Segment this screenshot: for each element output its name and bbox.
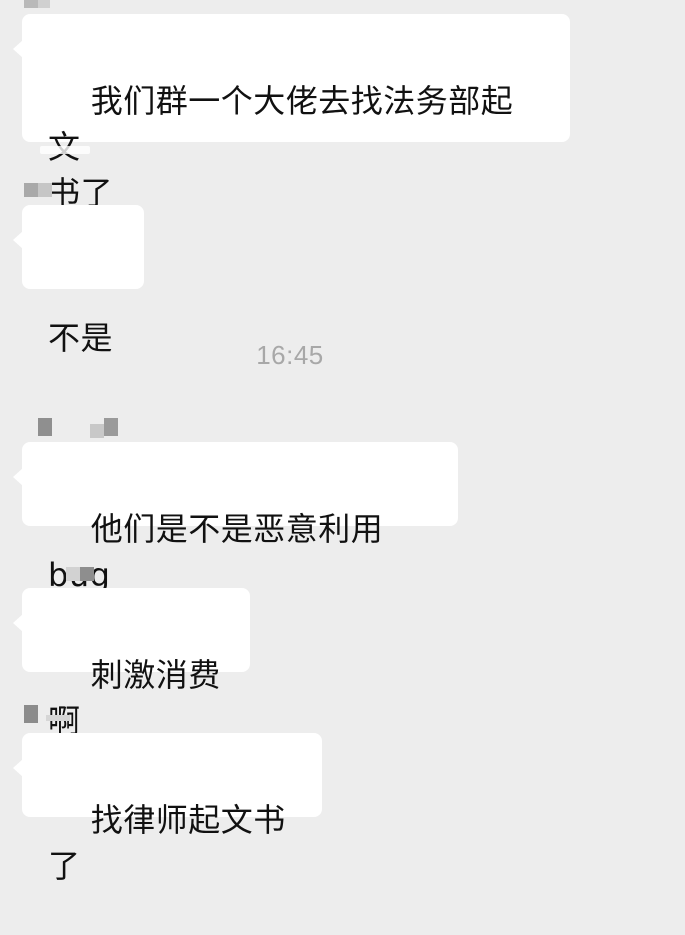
message-text: 刺激消费啊 — [48, 656, 221, 740]
message-text: 我们群一个大佬去找法务部起文 书了 — [48, 82, 514, 212]
sender-name-pixelated — [38, 418, 138, 438]
timestamp: 16:45 — [256, 340, 324, 370]
message-bubble[interactable]: 刺激消费啊 — [13, 588, 250, 740]
sender-name-pixelated — [24, 705, 84, 723]
message-text: 找律师起文书了 — [48, 801, 286, 885]
sender-name-pixelated — [24, 183, 64, 199]
sender-name-pixelated — [24, 0, 64, 10]
sender-name-pixelated — [66, 567, 126, 583]
message-bubble[interactable]: 他们是不是恶意利用 bug — [13, 442, 458, 594]
message-bubble[interactable]: 找律师起文书了 — [13, 733, 322, 885]
bubble-edge-artifact — [40, 146, 90, 154]
message-bubble[interactable]: 不是 — [13, 205, 144, 357]
message-bubble[interactable]: 我们群一个大佬去找法务部起文 书了 — [13, 14, 570, 212]
chat-area: 我们群一个大佬去找法务部起文 书了 不是 16:45 他们是不是恶意利用 bug… — [0, 0, 685, 885]
